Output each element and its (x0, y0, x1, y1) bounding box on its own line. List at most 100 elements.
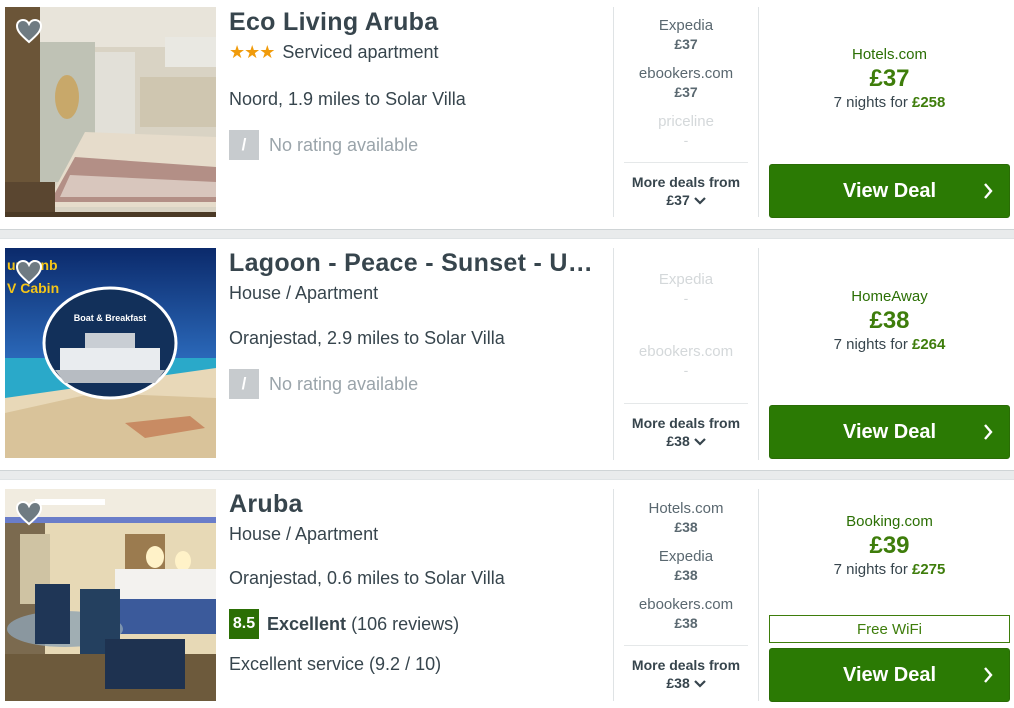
rating-row: / No rating available (229, 369, 418, 399)
deal-provider: ebookers.com (638, 596, 734, 613)
listing-photo[interactable] (5, 7, 216, 217)
listing-type: ★★★ Serviced apartment (229, 42, 439, 63)
nights-total: 7 nights for £258 (833, 94, 946, 111)
deal-price: £38 (674, 519, 698, 535)
view-deal-label: View Deal (842, 179, 937, 202)
favorite-heart-icon[interactable] (15, 18, 43, 44)
view-deal-button[interactable]: View Deal (769, 648, 1010, 702)
rating-text: No rating available (269, 373, 419, 394)
listing-type-label: House / Apartment (229, 283, 379, 303)
listing-card: Eco Living Aruba ★★★ Serviced apartment … (0, 0, 1014, 230)
deal-item[interactable]: ebookers.com £38 (624, 596, 748, 644)
divider (613, 248, 614, 460)
best-deal: Booking.com £39 7 nights for £275 (769, 513, 1010, 579)
best-price: £37 (869, 65, 910, 92)
chevron-down-icon (693, 680, 706, 688)
deal-price: - (683, 362, 689, 378)
photo-caption: Boat & Breakfast (74, 313, 147, 323)
more-deals-price: £38 (624, 674, 748, 692)
best-provider[interactable]: HomeAway (769, 288, 1010, 306)
chevron-right-icon (984, 424, 993, 440)
nights-total: 7 nights for £275 (833, 561, 946, 578)
listing-type: House / Apartment (229, 524, 378, 545)
listing-location: Oranjestad, 0.6 miles to Solar Villa (229, 568, 505, 588)
review-highlight: Excellent service (9.2 / 10) (229, 654, 442, 674)
listing-location: Noord, 1.9 miles to Solar Villa (229, 89, 466, 109)
more-deals-price: £37 (624, 191, 748, 209)
more-deals-button[interactable]: More deals from £38 (624, 645, 748, 692)
review-score-badge: 8.5 (229, 609, 259, 639)
deal-item[interactable]: Expedia £37 (624, 17, 748, 65)
favorite-heart-icon[interactable] (15, 500, 43, 526)
deal-item: ebookers.com - (624, 343, 748, 391)
score-label: Excellent (267, 613, 347, 634)
rating-badge: / (229, 130, 259, 160)
deals-list: Hotels.com £38 Expedia £38 ebookers.com … (624, 500, 748, 644)
deal-provider: Expedia (658, 548, 714, 565)
deal-provider: ebookers.com (638, 65, 734, 82)
deal-item[interactable]: Expedia £38 (624, 548, 748, 596)
listing-title[interactable]: Eco Living Aruba (229, 8, 603, 37)
deal-price: £37 (674, 84, 698, 100)
deals-list: Expedia - ebookers.com - (624, 271, 748, 391)
best-deal: Hotels.com £37 7 nights for £258 (769, 46, 1010, 112)
best-provider[interactable]: Hotels.com (769, 46, 1010, 64)
more-deals-price: £38 (624, 432, 748, 450)
chevron-down-icon (693, 197, 706, 205)
divider (613, 7, 614, 217)
deal-item: priceline - (624, 113, 748, 161)
listing-card: uuabnb V Cabin Boat & Breakfast Lagoon -… (0, 241, 1014, 471)
best-price: £38 (869, 307, 910, 334)
chevron-down-icon (693, 438, 706, 446)
best-provider[interactable]: Booking.com (769, 513, 1010, 531)
listing-title[interactable]: Lagoon - Peace - Sunset - Unique (229, 249, 603, 278)
deal-price: - (683, 132, 689, 148)
more-deals-button[interactable]: More deals from £37 (624, 162, 748, 209)
divider (613, 489, 614, 701)
more-deals-label: More deals from (631, 657, 741, 673)
deal-provider: Hotels.com (648, 500, 724, 517)
nights-total: 7 nights for £264 (833, 336, 946, 353)
free-wifi-badge: Free WiFi (769, 615, 1010, 643)
deal-item[interactable]: ebookers.com £37 (624, 65, 748, 113)
view-deal-button[interactable]: View Deal (769, 405, 1010, 459)
rating-badge: / (229, 369, 259, 399)
deal-price: £38 (674, 567, 698, 583)
star-rating-icon: ★★★ (229, 42, 275, 62)
listing-photo[interactable] (5, 489, 216, 701)
deal-item[interactable]: Hotels.com £38 (624, 500, 748, 548)
review-count[interactable]: (106 reviews) (351, 614, 459, 634)
listing-type-label: Serviced apartment (282, 42, 439, 62)
deal-provider: Expedia (658, 17, 714, 34)
view-deal-label: View Deal (842, 420, 937, 443)
deal-price: £37 (674, 36, 698, 52)
rating-row: / No rating available (229, 130, 418, 160)
listing-card: Aruba House / Apartment Oranjestad, 0.6 … (0, 482, 1014, 708)
deal-provider: priceline (658, 113, 714, 130)
card-separator (0, 229, 1014, 239)
more-deals-button[interactable]: More deals from £38 (624, 403, 748, 450)
favorite-heart-icon[interactable] (15, 259, 43, 285)
deal-provider: ebookers.com (638, 343, 734, 360)
listing-type-label: House / Apartment (229, 524, 379, 544)
view-deal-button[interactable]: View Deal (769, 164, 1010, 218)
listing-location: Oranjestad, 2.9 miles to Solar Villa (229, 328, 505, 348)
more-deals-label: More deals from (631, 415, 741, 431)
listing-type: House / Apartment (229, 283, 378, 304)
chevron-right-icon (984, 183, 993, 199)
deal-provider: Expedia (658, 271, 714, 288)
more-deals-label: More deals from (631, 174, 741, 190)
chevron-right-icon (984, 667, 993, 683)
deal-item: Expedia - (624, 271, 748, 343)
deal-price: £38 (674, 615, 698, 631)
view-deal-label: View Deal (842, 663, 937, 686)
divider (758, 248, 759, 460)
divider (758, 489, 759, 701)
deal-price: - (683, 290, 689, 306)
rating-row: 8.5 Excellent (106 reviews) (229, 609, 459, 639)
listing-photo[interactable]: uuabnb V Cabin Boat & Breakfast (5, 248, 216, 458)
divider (758, 7, 759, 217)
card-separator (0, 470, 1014, 480)
review-summary: Excellent (106 reviews) (267, 614, 459, 635)
listing-title[interactable]: Aruba (229, 490, 603, 519)
